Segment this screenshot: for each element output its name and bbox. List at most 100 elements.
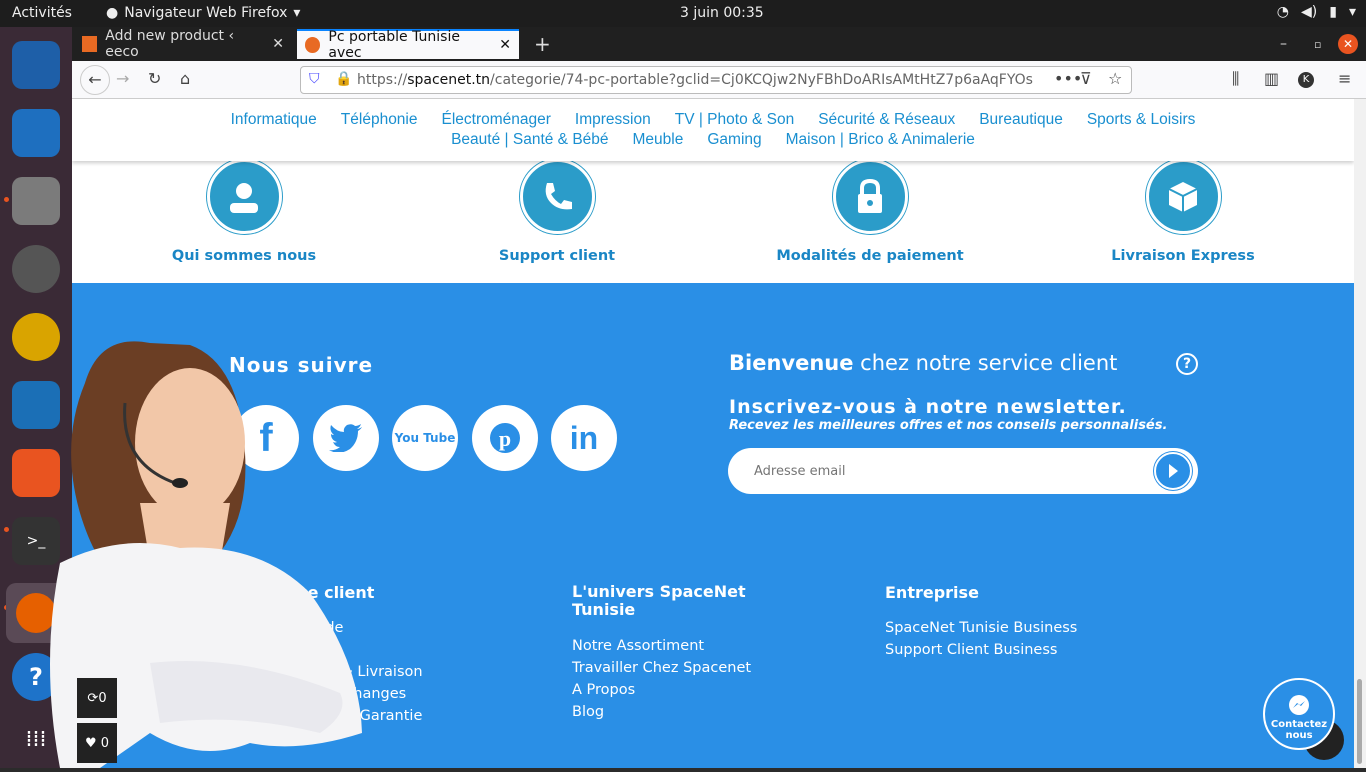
category-tv-photo-son[interactable]: TV | Photo & Son [675, 111, 794, 131]
category-bureautique[interactable]: Bureautique [979, 111, 1063, 131]
footer-link[interactable]: Travailler Chez Spacenet [572, 657, 751, 679]
close-icon[interactable]: ✕ [272, 36, 284, 52]
tab-add-product[interactable]: Add new product ‹ eeco ✕ [74, 28, 292, 60]
category-telephonie[interactable]: Téléphonie [341, 111, 418, 131]
feature-label: Livraison Express [1111, 248, 1255, 264]
vscode-icon[interactable] [12, 109, 60, 157]
support-agent-image [0, 333, 370, 768]
footer-col-entreprise-links: SpaceNet Tunisie Business Support Client… [885, 617, 1077, 661]
feature-support-client[interactable]: Support client [437, 159, 677, 264]
system-top-bar: Activités ● Navigateur Web Firefox ▾ 3 jui… [0, 0, 1366, 27]
newsletter-submit-button[interactable] [1154, 452, 1192, 490]
close-icon[interactable]: ✕ [499, 37, 511, 53]
play-arrow-icon [1169, 464, 1178, 478]
category-maison-brico[interactable]: Maison | Brico & Animalerie [786, 131, 975, 151]
footer-link[interactable]: SpaceNet Tunisie Business [885, 617, 1077, 639]
feature-qui-sommes-nous[interactable]: Qui sommes nous [124, 159, 364, 264]
category-informatique[interactable]: Informatique [231, 111, 317, 131]
wishlist-counter[interactable]: ♥ 0 [77, 723, 117, 763]
page-actions-icon[interactable]: ••• [1050, 69, 1083, 88]
feature-modalites-paiement[interactable]: Modalités de paiement [750, 159, 990, 264]
bookmark-star-icon[interactable]: ☆ [1108, 69, 1123, 88]
feature-label: Qui sommes nous [171, 248, 317, 264]
contact-label-line2: nous [1285, 730, 1313, 741]
minimize-button[interactable]: – [1272, 29, 1295, 59]
clock[interactable]: 3 juin 00:35 [680, 5, 764, 21]
messenger-icon [1265, 694, 1333, 719]
tab-label: Add new product ‹ eeco [105, 28, 235, 60]
category-electromenager[interactable]: Électroménager [442, 111, 551, 131]
contact-messenger-button[interactable]: Contactez nous [1263, 678, 1335, 750]
refresh-icon: ⟳ [87, 690, 99, 706]
files-icon[interactable] [12, 177, 60, 225]
home-button[interactable]: ⌂ [180, 69, 190, 88]
email-input[interactable] [728, 448, 1198, 494]
account-avatar[interactable]: K [1298, 72, 1314, 88]
shield-icon: ⛉ [309, 71, 320, 87]
pinterest-letter: p [499, 426, 511, 451]
maximize-button[interactable]: ▫ [1306, 29, 1329, 59]
user-icon [206, 159, 282, 234]
newsletter-subtitle: Recevez les meilleures offres et nos con… [729, 418, 1168, 433]
category-sports-loisirs[interactable]: Sports & Loisirs [1087, 111, 1196, 131]
back-button[interactable]: ← [80, 65, 110, 95]
url-prefix: https:// [357, 72, 408, 88]
welcome-strong: Bienvenue [729, 351, 854, 375]
wifi-icon: ◔ [1276, 4, 1290, 20]
linkedin-icon[interactable]: in [551, 405, 617, 471]
footer-link[interactable]: Notre Assortiment [572, 635, 751, 657]
category-row-1: Informatique Téléphonie Électroménager I… [72, 111, 1354, 131]
compare-count: 0 [98, 690, 107, 706]
youtube-icon[interactable]: You Tube [392, 405, 458, 471]
category-beaute-sante-bebe[interactable]: Beauté | Santé & Bébé [451, 131, 608, 151]
tab-favicon-icon [82, 36, 98, 52]
chevron-down-icon: ▾ [293, 5, 301, 21]
category-impression[interactable]: Impression [575, 111, 651, 131]
forward-button[interactable]: → [116, 69, 129, 88]
box-icon [1145, 159, 1221, 234]
category-row-2: Beauté | Santé & Bébé Meuble Gaming Mais… [72, 131, 1354, 151]
library-icon[interactable]: ⫼ [1232, 69, 1239, 89]
footer-col-univers-title: L'univers SpaceNet Tunisie [572, 582, 746, 619]
video-player-icon[interactable] [12, 245, 60, 293]
url-bar[interactable]: ⛉ 🔒 https://spacenet.tn/categorie/74-pc-po… [300, 66, 1132, 94]
category-meuble[interactable]: Meuble [633, 131, 684, 151]
sidebar-icon[interactable]: ▥ [1264, 69, 1279, 88]
category-securite-reseaux[interactable]: Sécurité & Réseaux [818, 111, 955, 131]
footer-col-entreprise-title: Entreprise [885, 583, 979, 602]
pocket-icon[interactable]: ⊽ [1080, 69, 1092, 88]
menu-icon[interactable]: ≡ [1338, 69, 1351, 88]
reload-button[interactable]: ↻ [148, 69, 161, 88]
scrollbar-thumb[interactable] [1357, 679, 1362, 764]
welcome-text: chez notre service client [860, 351, 1118, 375]
feature-label: Modalités de paiement [776, 248, 964, 264]
url-host: spacenet.tn [407, 72, 491, 88]
footer-link[interactable]: Blog [572, 701, 751, 723]
window-close-button[interactable]: ✕ [1338, 34, 1358, 54]
activities-button[interactable]: Activités [12, 5, 72, 21]
heart-icon: ♥ [84, 735, 97, 751]
tab-favicon-icon [305, 37, 321, 53]
feature-livraison-express[interactable]: Livraison Express [1063, 159, 1303, 264]
pinterest-icon[interactable]: p [472, 405, 538, 471]
newsletter-title: Inscrivez-vous à notre newsletter. [729, 396, 1127, 418]
footer-link[interactable]: Support Client Business [885, 639, 1077, 661]
new-tab-button[interactable]: + [526, 29, 559, 59]
lock-icon: 🔒 [335, 71, 353, 87]
app-name: Navigateur Web Firefox [124, 5, 288, 21]
url-path: /categorie/74-pc-portable?gclid=Cj0KCQjw… [490, 72, 1033, 88]
footer-link[interactable]: A Propos [572, 679, 751, 701]
thunderbird-icon[interactable] [12, 41, 60, 89]
welcome-heading: Bienvenue chez notre service client [729, 351, 1117, 375]
help-icon[interactable]: ? [1176, 353, 1198, 375]
compare-counter[interactable]: ⟳ 0 [77, 678, 117, 718]
category-gaming[interactable]: Gaming [707, 131, 761, 151]
system-tray[interactable]: ◔ ◀) ▮ ▾ [1277, 4, 1356, 20]
tab-pc-portable[interactable]: Pc portable Tunisie avec ✕ [297, 29, 519, 61]
category-nav: Informatique Téléphonie Électroménager I… [72, 99, 1354, 161]
features-row: Qui sommes nous Support client Modalités… [72, 159, 1354, 283]
page-scrollbar[interactable] [1354, 99, 1366, 768]
feature-label: Support client [498, 248, 616, 264]
navigation-bar: ← → ↻ ⌂ ⛉ 🔒 https://spacenet.tn/categorie/… [72, 61, 1366, 99]
app-menu[interactable]: ● Navigateur Web Firefox ▾ [106, 5, 300, 21]
